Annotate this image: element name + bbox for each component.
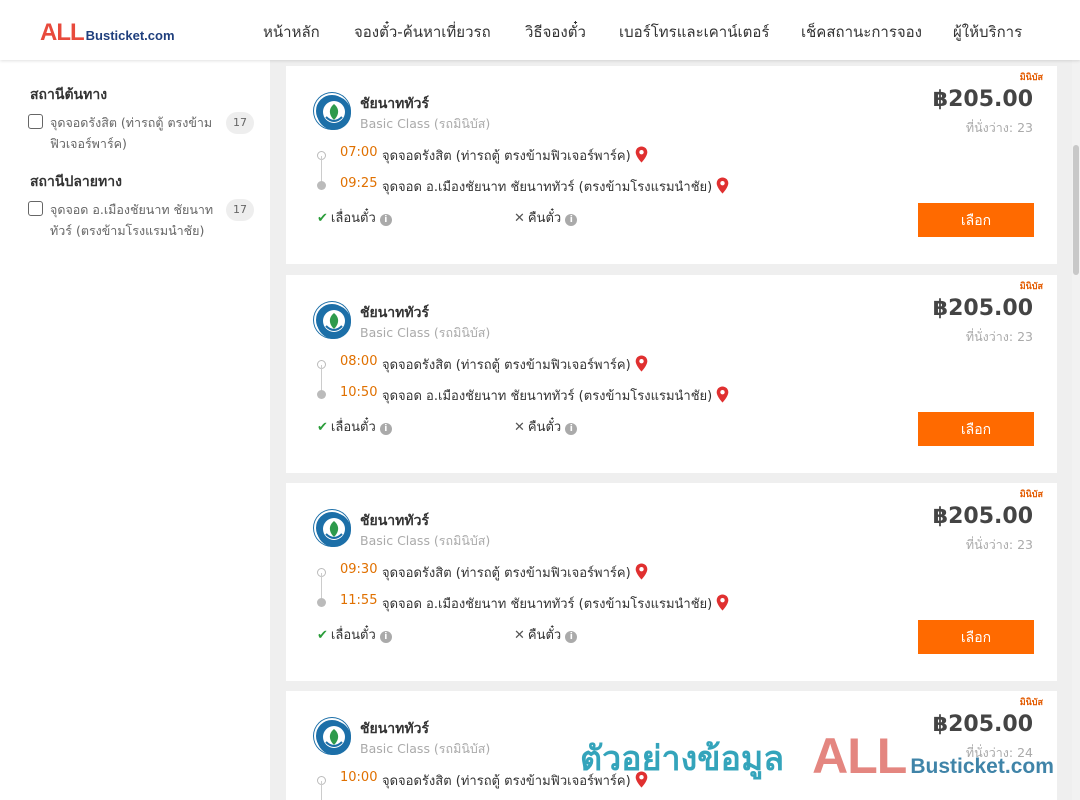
origin-filter-option[interactable]: จุดจอดรังสิต (ท่ารถตู้ ตรงข้ามฟิวเจอร์พา… [28, 112, 258, 156]
minibus-tag: มินิบัส [1019, 282, 1043, 292]
nav-phone-counters[interactable]: เบอร์โทรและเคาน์เตอร์ [619, 20, 769, 44]
select-trip-button[interactable]: เลือก [918, 412, 1034, 446]
arrival-time: 10:50 [340, 385, 378, 400]
minibus-tag: มินิบัส [1019, 698, 1043, 708]
nav-check-booking[interactable]: เช็คสถานะการจอง [801, 20, 922, 44]
postpone-feature: ✔ เลื่อนตั๋ว i [317, 207, 392, 228]
nav-home[interactable]: หน้าหลัก [263, 20, 320, 44]
trip-price: ฿205.00 [932, 504, 1033, 529]
postpone-feature: ✔ เลื่อนตั๋ว i [317, 416, 392, 437]
bus-class: Basic Class (รถมินิบัส) [360, 741, 491, 756]
refund-feature: ✕ คืนตั๋ว i [514, 416, 578, 437]
cross-icon: ✕ [514, 628, 525, 643]
map-pin-icon[interactable] [716, 386, 729, 403]
check-icon: ✔ [317, 420, 328, 435]
map-pin-icon[interactable] [635, 355, 648, 372]
minibus-tag: มินิบัส [1019, 73, 1043, 83]
refund-feature: ✕ คืนตั๋ว i [514, 207, 578, 228]
arrival-time: 09:25 [340, 176, 378, 191]
info-icon[interactable]: i [565, 423, 578, 435]
nav-operators[interactable]: ผู้ให้บริการ [953, 20, 1022, 44]
select-trip-button[interactable]: เลือก [918, 620, 1034, 654]
operator-logo-icon [314, 93, 351, 130]
destination-checkbox[interactable] [28, 201, 43, 216]
seats-available: ที่นั่งว่าง: 23 [965, 537, 1033, 552]
destination-filter-option[interactable]: จุดจอด อ.เมืองชัยนาท ชัยนาททัวร์ (ตรงข้า… [28, 199, 258, 263]
departure-stop: จุดจอดรังสิต (ท่ารถตู้ ตรงข้ามฟิวเจอร์พา… [382, 145, 648, 166]
departure-time: 07:00 [340, 145, 378, 160]
arrival-dot-icon [317, 181, 326, 190]
operator-logo-icon [314, 302, 351, 339]
bus-class: Basic Class (รถมินิบัส) [360, 533, 491, 548]
logo-all: ALL [40, 19, 85, 46]
check-icon: ✔ [317, 628, 328, 643]
arrival-dot-icon [317, 598, 326, 607]
scrollbar-thumb[interactable] [1073, 145, 1079, 275]
arrival-stop: จุดจอด อ.เมืองชัยนาท ชัยนาททัวร์ (ตรงข้า… [382, 176, 729, 197]
arrival-dot-icon [317, 390, 326, 399]
trip-card: มินิบัส ชัยนาททัวร์ Basic Class (รถมินิบ… [286, 275, 1057, 473]
watermark-logo-busticket: Busticket.com [910, 755, 1054, 778]
origin-filter-title: สถานีต้นทาง [30, 87, 108, 103]
trip-price: ฿205.00 [932, 296, 1033, 321]
bus-class: Basic Class (รถมินิบัส) [360, 116, 491, 131]
route-line [321, 781, 322, 800]
trip-price: ฿205.00 [932, 87, 1033, 112]
departure-stop: จุดจอดรังสิต (ท่ารถตู้ ตรงข้ามฟิวเจอร์พา… [382, 354, 648, 375]
seats-available: ที่นั่งว่าง: 23 [965, 329, 1033, 344]
trip-card: มินิบัส ชัยนาททัวร์ Basic Class (รถมินิบ… [286, 483, 1057, 681]
map-pin-icon[interactable] [635, 563, 648, 580]
origin-option-label: จุดจอดรังสิต (ท่ารถตู้ ตรงข้ามฟิวเจอร์พา… [50, 115, 213, 151]
cross-icon: ✕ [514, 420, 525, 435]
departure-stop: จุดจอดรังสิต (ท่ารถตู้ ตรงข้ามฟิวเจอร์พา… [382, 562, 648, 583]
logo-busticket: Busticket.com [85, 28, 175, 43]
refund-feature: ✕ คืนตั๋ว i [514, 624, 578, 645]
departure-time: 09:30 [340, 562, 378, 577]
operator-name: ชัยนาททัวร์ [360, 513, 429, 529]
info-icon[interactable]: i [379, 423, 392, 435]
select-trip-button[interactable]: เลือก [918, 203, 1034, 237]
sample-data-watermark: ตัวอย่างข้อมูล ALL Busticket.com [580, 725, 1054, 785]
info-icon[interactable]: i [565, 214, 578, 226]
origin-count-badge: 17 [226, 112, 254, 134]
cross-icon: ✕ [514, 211, 525, 226]
operator-name: ชัยนาททัวร์ [360, 96, 429, 112]
operator-logo-icon [314, 718, 351, 755]
minibus-tag: มินิบัส [1019, 490, 1043, 500]
info-icon[interactable]: i [379, 631, 392, 643]
nav-how-to-book[interactable]: วิธีจองตั๋ว [525, 20, 586, 44]
watermark-text: ตัวอย่างข้อมูล [580, 739, 785, 779]
map-pin-icon[interactable] [716, 177, 729, 194]
operator-logo-icon [314, 510, 351, 547]
watermark-logo-all: ALL [812, 728, 907, 784]
map-pin-icon[interactable] [716, 594, 729, 611]
filter-sidebar: สถานีต้นทาง จุดจอดรังสิต (ท่ารถตู้ ตรงข้… [0, 60, 270, 800]
destination-option-label: จุดจอด อ.เมืองชัยนาท ชัยนาททัวร์ (ตรงข้า… [50, 202, 214, 238]
operator-name: ชัยนาททัวร์ [360, 721, 429, 737]
departure-time: 08:00 [340, 354, 378, 369]
seats-available: ที่นั่งว่าง: 23 [965, 120, 1033, 135]
info-icon[interactable]: i [565, 631, 578, 643]
map-pin-icon[interactable] [635, 146, 648, 163]
postpone-feature: ✔ เลื่อนตั๋ว i [317, 624, 392, 645]
destination-count-badge: 17 [226, 199, 254, 221]
page-scrollbar[interactable] [1072, 60, 1080, 800]
arrival-stop: จุดจอด อ.เมืองชัยนาท ชัยนาททัวร์ (ตรงข้า… [382, 385, 729, 406]
bus-class: Basic Class (รถมินิบัส) [360, 325, 491, 340]
arrival-stop: จุดจอด อ.เมืองชัยนาท ชัยนาททัวร์ (ตรงข้า… [382, 593, 729, 614]
nav-book-search[interactable]: จองตั๋ว-ค้นหาเที่ยวรถ [354, 20, 491, 44]
site-logo[interactable]: ALL Busticket.com [40, 19, 175, 46]
info-icon[interactable]: i [379, 214, 392, 226]
trip-card: มินิบัส ชัยนาททัวร์ Basic Class (รถมินิบ… [286, 66, 1057, 264]
operator-name: ชัยนาททัวร์ [360, 305, 429, 321]
origin-checkbox[interactable] [28, 114, 43, 129]
check-icon: ✔ [317, 211, 328, 226]
arrival-time: 11:55 [340, 593, 378, 608]
departure-time: 10:00 [340, 770, 378, 785]
top-header: ALL Busticket.com หน้าหลัก จองตั๋ว-ค้นหา… [0, 0, 1080, 60]
destination-filter-title: สถานีปลายทาง [30, 174, 122, 190]
